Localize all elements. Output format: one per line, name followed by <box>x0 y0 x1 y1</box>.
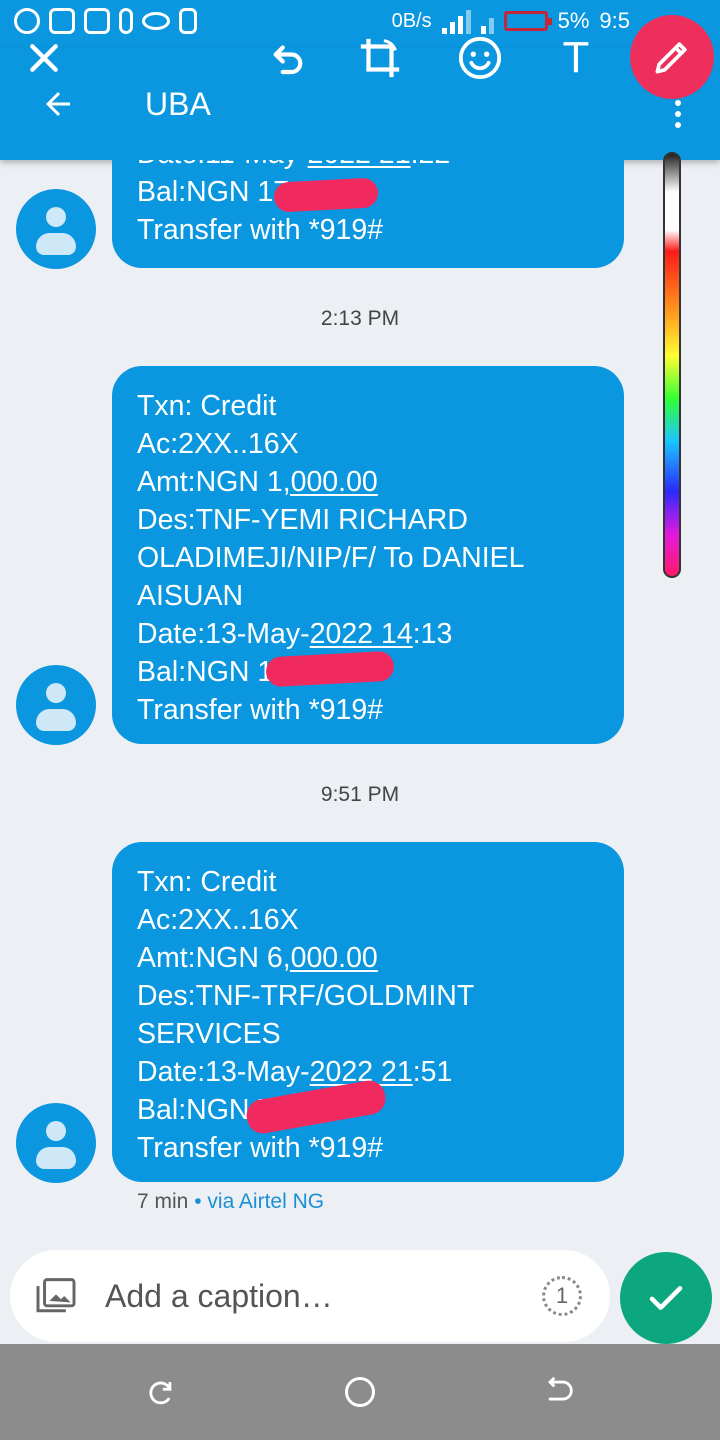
message-line: Transfer with *919# <box>137 694 384 726</box>
message-line: Amt:NGN 1,000.00 <box>137 466 378 498</box>
message-line: Ac:2XX..16X <box>137 428 299 460</box>
message-line: OLADIMEJI/NIP/F/ To DANIEL <box>137 542 525 574</box>
undo-icon <box>273 45 303 75</box>
recents-button[interactable] <box>140 1372 180 1412</box>
avatar <box>16 189 96 269</box>
home-icon <box>345 1377 375 1407</box>
check-icon <box>649 1286 683 1310</box>
redaction-mark <box>273 177 379 213</box>
caption-input[interactable] <box>105 1268 525 1324</box>
pencil-icon <box>655 42 687 74</box>
message-age: 7 min <box>137 1190 189 1213</box>
message-list: Date:11-May-2022 21:22 Bal:NGN 17 Transf… <box>0 160 720 1250</box>
more-vert-icon[interactable] <box>668 100 688 130</box>
caption-bar: 1 <box>10 1250 610 1342</box>
conversation-title: UBA <box>145 86 211 122</box>
view-once-label: 1 <box>555 1283 569 1308</box>
recents-icon <box>149 1381 172 1405</box>
message-bubble[interactable]: Txn: Credit Ac:2XX..16X Amt:NGN 6,000.00… <box>112 842 624 1182</box>
arrow-back-icon <box>46 92 70 116</box>
carrier-label: via Airtel NG <box>207 1190 325 1213</box>
color-picker-slider[interactable] <box>663 152 681 578</box>
text-tool-label: T <box>562 33 590 82</box>
message-line: Transfer with *919# <box>137 214 384 246</box>
message-line: SERVICES <box>137 1018 281 1050</box>
meta-separator: • <box>194 1190 202 1213</box>
message-line: Des:TNF-TRF/GOLDMINT <box>137 980 475 1012</box>
undo-button[interactable] <box>260 30 316 86</box>
pencil-button[interactable] <box>630 15 714 99</box>
avatar <box>16 1103 96 1183</box>
message-line: Txn: Credit <box>137 866 277 898</box>
system-nav-bar <box>0 1344 720 1440</box>
message-line: Ac:2XX..16X <box>137 904 299 936</box>
message-line: AISUAN <box>137 580 244 612</box>
close-button[interactable] <box>16 30 72 86</box>
close-icon <box>30 44 58 72</box>
message-line: Date:11-May-2022 21:22 <box>137 160 604 173</box>
nav-back-icon <box>548 1376 573 1401</box>
crop-rotate-button[interactable] <box>352 30 408 86</box>
message-line: Txn: Credit <box>137 390 277 422</box>
view-once-button[interactable]: 1 <box>542 1276 582 1316</box>
gallery-icon[interactable] <box>36 1278 76 1314</box>
message-line: Des:TNF-YEMI RICHARD <box>137 504 468 536</box>
nav-back-button[interactable] <box>540 1372 580 1412</box>
message-line: Date:13-May-2022 14:13 <box>137 618 453 650</box>
home-button[interactable] <box>340 1372 380 1412</box>
eye-icon <box>142 12 170 30</box>
avatar <box>16 665 96 745</box>
emoji-icon <box>458 36 502 80</box>
message-line: Amt:NGN 6,000.00 <box>137 942 378 974</box>
battery-icon <box>503 11 552 31</box>
time-separator: 9:51 PM <box>320 783 400 806</box>
send-button[interactable] <box>620 1252 712 1344</box>
emoji-button[interactable] <box>452 30 508 86</box>
message-line: Transfer with *919# <box>137 1132 384 1164</box>
crop-rotate-icon <box>360 38 400 78</box>
message-bubble[interactable]: Date:11-May-2022 21:22 Bal:NGN 17 Transf… <box>112 160 624 268</box>
message-bubble[interactable]: Txn: Credit Ac:2XX..16X Amt:NGN 1,000.00… <box>112 366 624 744</box>
image-editor-toolbar: T <box>0 30 720 90</box>
message-meta: 7 min • via Airtel NG <box>137 1190 324 1214</box>
text-tool-button[interactable]: T <box>548 30 604 86</box>
time-separator: 2:13 PM <box>320 307 400 330</box>
